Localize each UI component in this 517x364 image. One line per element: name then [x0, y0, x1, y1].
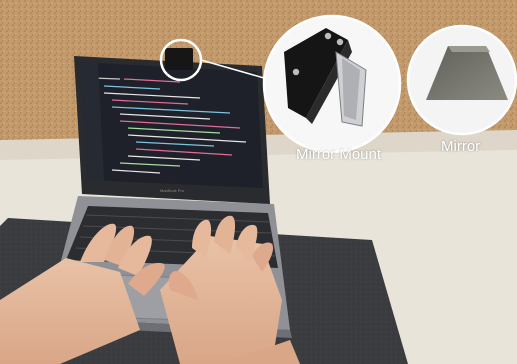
mirror-mount-callout [262, 14, 402, 154]
laptop-screen [80, 62, 263, 188]
laptop-brand-text: MacBook Pro [160, 188, 185, 193]
mirror-callout [406, 24, 517, 136]
mirror-mount-label: Mirror Mount [296, 146, 382, 163]
mirror-label: Mirror [441, 138, 481, 155]
photo-scene: MacBook Pro Mirror Mount Mirror [0, 0, 517, 364]
photo-illustration: MacBook Pro [0, 0, 517, 364]
mirror-mount-on-laptop [165, 48, 193, 70]
